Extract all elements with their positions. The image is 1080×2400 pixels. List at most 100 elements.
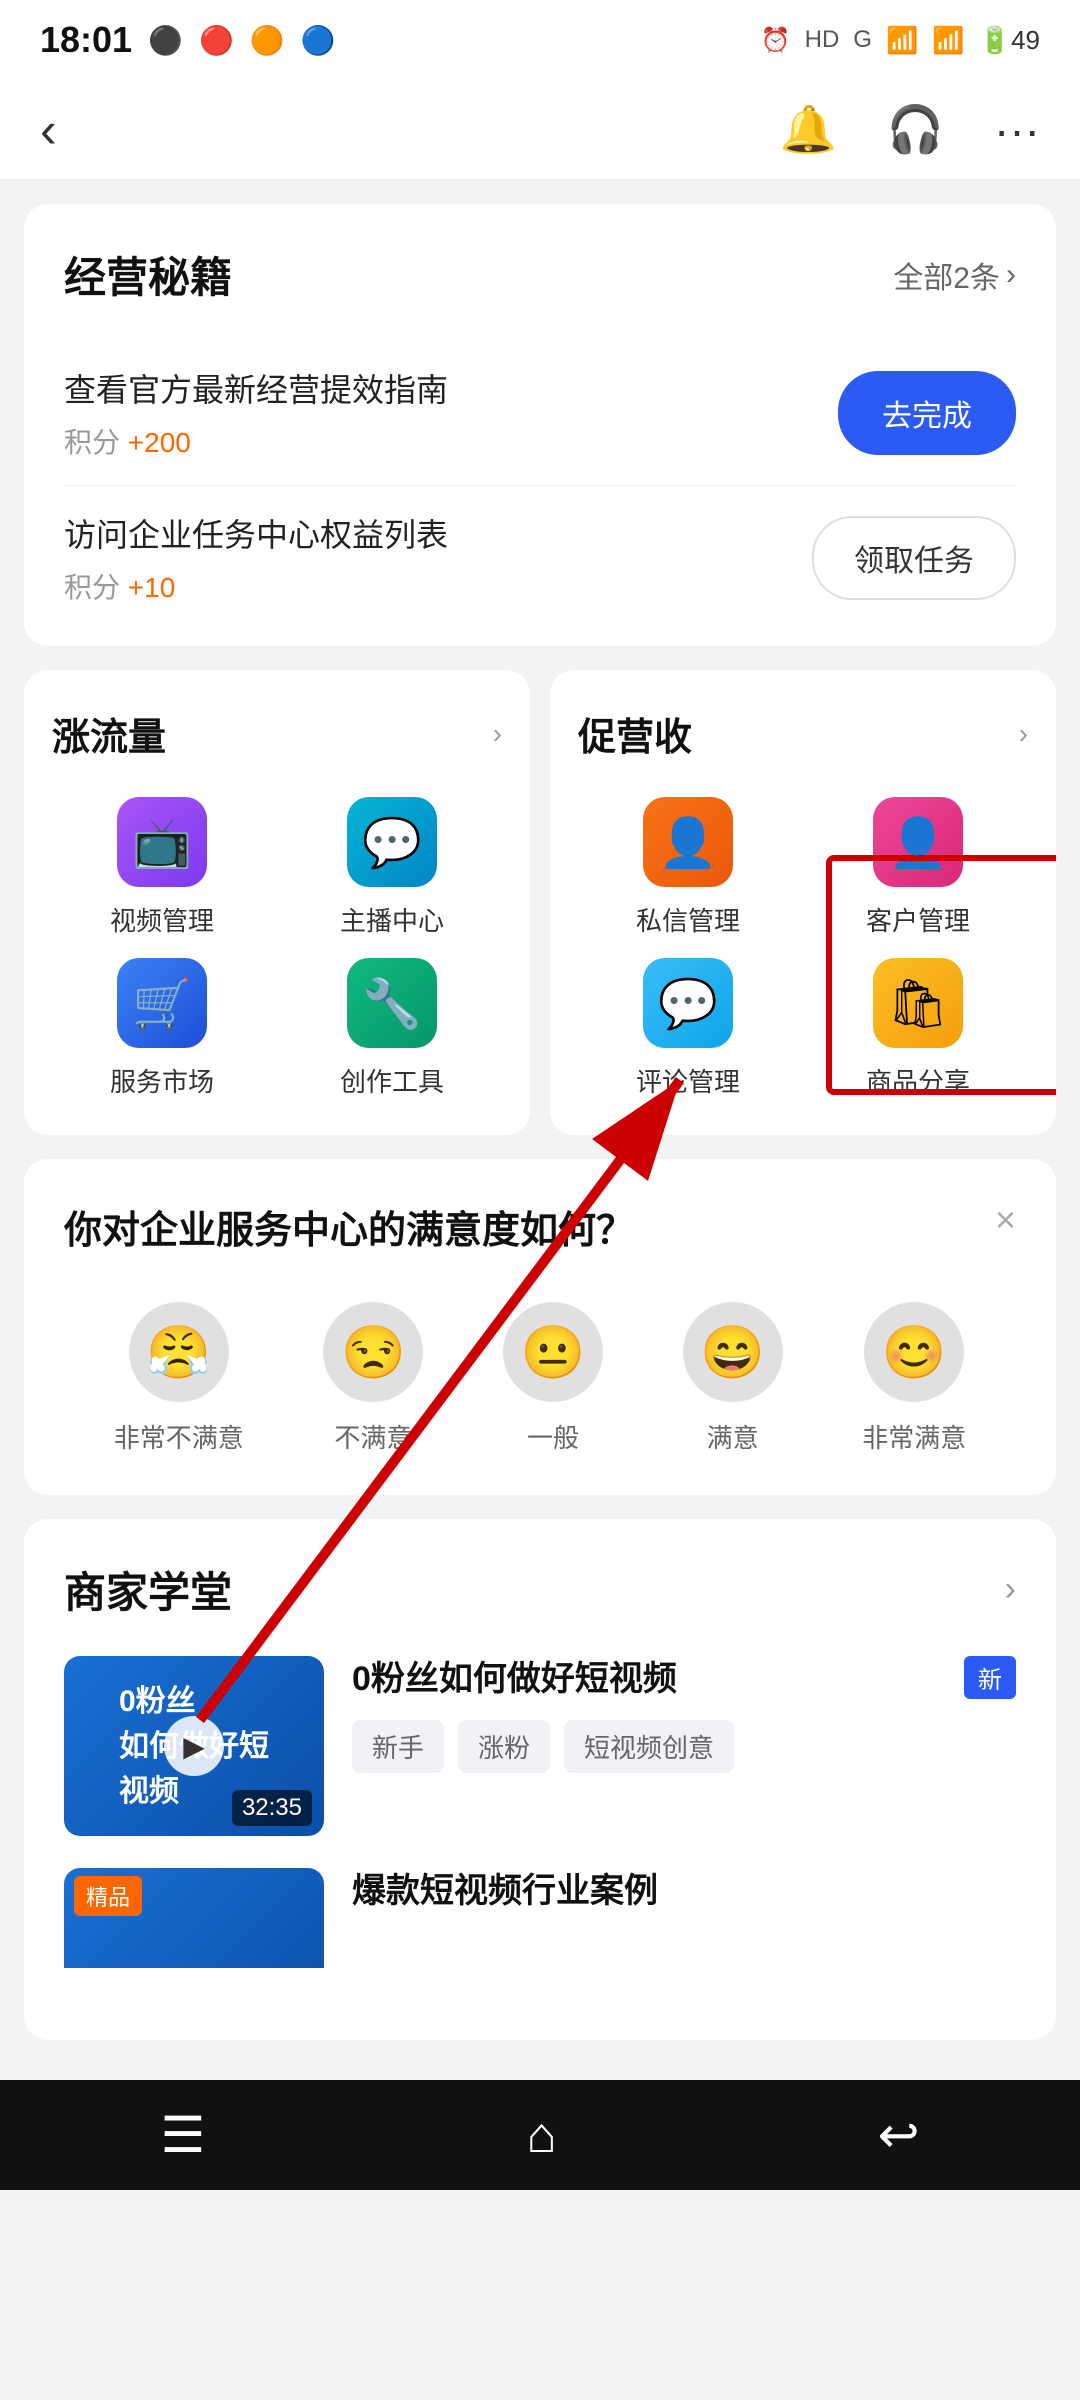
emoji-row: 😤 非常不满意 😒 不满意 😐 一般 😄 满意 😊 非常满意 bbox=[64, 1302, 1016, 1455]
emoji-label-2: 不满意 bbox=[334, 1418, 412, 1455]
video-thumb-1[interactable]: 0粉丝如何做好短视频 ▶ 32:35 bbox=[64, 1656, 324, 1836]
school-header: 商家学堂 › bbox=[64, 1559, 1016, 1620]
tag-grow-fans[interactable]: 涨粉 bbox=[458, 1720, 550, 1773]
emoji-label-3: 一般 bbox=[527, 1418, 579, 1455]
icon-service-market[interactable]: 🛒 服务市场 bbox=[52, 958, 272, 1099]
status-signal: 📶 bbox=[886, 25, 918, 56]
emoji-satisfied[interactable]: 😄 满意 bbox=[683, 1302, 783, 1455]
cuyingshou-header: 促营收 › bbox=[578, 706, 1028, 761]
task-btn-1[interactable]: 去完成 bbox=[838, 371, 1016, 455]
back-button[interactable]: ‹ bbox=[40, 101, 57, 159]
customer-mgmt-label: 客户管理 bbox=[866, 901, 970, 938]
notification-icon[interactable]: 🔔 bbox=[779, 102, 836, 157]
private-msg-icon: 👤 bbox=[643, 797, 733, 887]
icon-create-tools[interactable]: 🔧 创作工具 bbox=[282, 958, 502, 1099]
cuyingshou-card: 促营收 › 👤 私信管理 👤 客户管理 bbox=[550, 670, 1056, 1135]
zengliuliang-header: 涨流量 › bbox=[52, 706, 502, 761]
product-share-icon: 🛍 bbox=[873, 958, 963, 1048]
status-icon3: 🔵 bbox=[301, 24, 336, 57]
status-icon2: 🟠 bbox=[250, 24, 285, 57]
task-name-1: 查看官方最新经营提效指南 bbox=[64, 365, 448, 411]
anchor-center-icon: 💬 bbox=[347, 797, 437, 887]
zengliuliang-grid: 📺 视频管理 💬 主播中心 🛒 服务市场 bbox=[52, 797, 502, 1099]
status-hd: HD bbox=[805, 26, 840, 54]
school-link[interactable]: › bbox=[1005, 1570, 1016, 1609]
task-info-1: 查看官方最新经营提效指南 积分 +200 bbox=[64, 365, 448, 461]
status-right: ⏰ HD G 📶 📶 🔋49 bbox=[761, 25, 1040, 56]
emoji-face-2: 😒 bbox=[323, 1302, 423, 1402]
video-name-2: 爆款短视频行业案例 bbox=[352, 1868, 1016, 1916]
jingying-link[interactable]: 全部2条 › bbox=[893, 253, 1016, 297]
video-play-1[interactable]: ▶ bbox=[164, 1716, 224, 1776]
video-duration-1: 32:35 bbox=[232, 1790, 312, 1826]
status-g: G bbox=[853, 26, 872, 54]
private-msg-label: 私信管理 bbox=[636, 901, 740, 938]
more-icon[interactable]: ··· bbox=[994, 103, 1040, 157]
emoji-unsatisfied[interactable]: 😒 不满意 bbox=[323, 1302, 423, 1455]
status-alarm: ⏰ bbox=[761, 26, 791, 55]
icon-comment-mgmt[interactable]: 💬 评论管理 bbox=[578, 958, 798, 1099]
comment-mgmt-label: 评论管理 bbox=[636, 1062, 740, 1099]
video-title-row-1: 0粉丝如何做好短视频 新 bbox=[352, 1656, 1016, 1704]
emoji-face-4: 😄 bbox=[683, 1302, 783, 1402]
headset-icon[interactable]: 🎧 bbox=[887, 102, 944, 157]
bottom-bar: ☰ ⌂ ↩ bbox=[0, 2080, 1080, 2190]
video-item-1: 0粉丝如何做好短视频 ▶ 32:35 0粉丝如何做好短视频 新 新手 涨粉 短视… bbox=[64, 1656, 1016, 1836]
status-battery: 🔋49 bbox=[979, 25, 1040, 56]
emoji-very-unsatisfied[interactable]: 😤 非常不满意 bbox=[114, 1302, 244, 1455]
service-market-label: 服务市场 bbox=[110, 1062, 214, 1099]
task-btn-2[interactable]: 领取任务 bbox=[812, 516, 1016, 600]
icon-product-share[interactable]: 🛍 商品分享 bbox=[808, 958, 1028, 1099]
bottom-back-icon[interactable]: ↩ bbox=[878, 2106, 920, 2164]
status-time: 18:01 bbox=[40, 19, 132, 61]
two-col-section: 涨流量 › 📺 视频管理 💬 主播中心 bbox=[24, 670, 1056, 1135]
merchant-school-card: 商家学堂 › 0粉丝如何做好短视频 ▶ 32:35 0粉丝如何做好短视频 新 新… bbox=[24, 1519, 1056, 2040]
status-icon1: 🔴 bbox=[199, 24, 234, 57]
status-wifi: 📶 bbox=[932, 25, 964, 56]
tag-newbie[interactable]: 新手 bbox=[352, 1720, 444, 1773]
emoji-face-1: 😤 bbox=[129, 1302, 229, 1402]
emoji-very-satisfied[interactable]: 😊 非常满意 bbox=[862, 1302, 966, 1455]
cuyingshou-title: 促营收 bbox=[578, 706, 692, 761]
video-thumb-2[interactable]: 精品 bbox=[64, 1868, 324, 1968]
video-tags-1: 新手 涨粉 短视频创意 bbox=[352, 1720, 1016, 1773]
task-item-2: 访问企业任务中心权益列表 积分 +10 领取任务 bbox=[64, 486, 1016, 606]
nav-right-icons: 🔔 🎧 ··· bbox=[779, 102, 1040, 157]
video-badge-new: 新 bbox=[964, 1656, 1016, 1699]
cuyingshou-grid: 👤 私信管理 👤 客户管理 💬 评论管理 bbox=[578, 797, 1028, 1099]
icon-anchor-center[interactable]: 💬 主播中心 bbox=[282, 797, 502, 938]
jingying-header: 经营秘籍 全部2条 › bbox=[64, 244, 1016, 305]
anchor-center-label: 主播中心 bbox=[340, 901, 444, 938]
survey-title: 你对企业服务中心的满意度如何？ bbox=[64, 1199, 1016, 1254]
video-info-1: 0粉丝如何做好短视频 新 新手 涨粉 短视频创意 bbox=[352, 1656, 1016, 1773]
bottom-menu-icon[interactable]: ☰ bbox=[161, 2106, 206, 2164]
bottom-home-icon[interactable]: ⌂ bbox=[526, 2106, 556, 2164]
video-manage-label: 视频管理 bbox=[110, 901, 214, 938]
cuyingshou-arrow[interactable]: › bbox=[1019, 718, 1028, 750]
product-share-label: 商品分享 bbox=[866, 1062, 970, 1099]
icon-video-manage[interactable]: 📺 视频管理 bbox=[52, 797, 272, 938]
emoji-neutral[interactable]: 😐 一般 bbox=[503, 1302, 603, 1455]
tag-short-video[interactable]: 短视频创意 bbox=[564, 1720, 734, 1773]
survey-card: × 你对企业服务中心的满意度如何？ 😤 非常不满意 😒 不满意 😐 一般 😄 满… bbox=[24, 1159, 1056, 1495]
emoji-label-4: 满意 bbox=[707, 1418, 759, 1455]
customer-mgmt-icon: 👤 bbox=[873, 797, 963, 887]
survey-close-button[interactable]: × bbox=[995, 1199, 1016, 1241]
task-points-1: 积分 +200 bbox=[64, 421, 448, 461]
task-info-2: 访问企业任务中心权益列表 积分 +10 bbox=[64, 510, 448, 606]
create-tools-label: 创作工具 bbox=[340, 1062, 444, 1099]
task-name-2: 访问企业任务中心权益列表 bbox=[64, 510, 448, 556]
emoji-face-3: 😐 bbox=[503, 1302, 603, 1402]
status-left: 18:01 ⚫ 🔴 🟠 🔵 bbox=[40, 19, 336, 61]
badge-premium: 精品 bbox=[74, 1876, 142, 1916]
emoji-label-5: 非常满意 bbox=[862, 1418, 966, 1455]
zengliuliang-card: 涨流量 › 📺 视频管理 💬 主播中心 bbox=[24, 670, 530, 1135]
icon-customer-mgmt[interactable]: 👤 客户管理 bbox=[808, 797, 1028, 938]
video-name-1: 0粉丝如何做好短视频 bbox=[352, 1656, 948, 1704]
icon-private-msg[interactable]: 👤 私信管理 bbox=[578, 797, 798, 938]
top-nav: ‹ 🔔 🎧 ··· bbox=[0, 80, 1080, 180]
create-tools-icon: 🔧 bbox=[347, 958, 437, 1048]
zengliuliang-arrow[interactable]: › bbox=[493, 718, 502, 750]
video-manage-icon: 📺 bbox=[117, 797, 207, 887]
zengliuliang-title: 涨流量 bbox=[52, 706, 166, 761]
